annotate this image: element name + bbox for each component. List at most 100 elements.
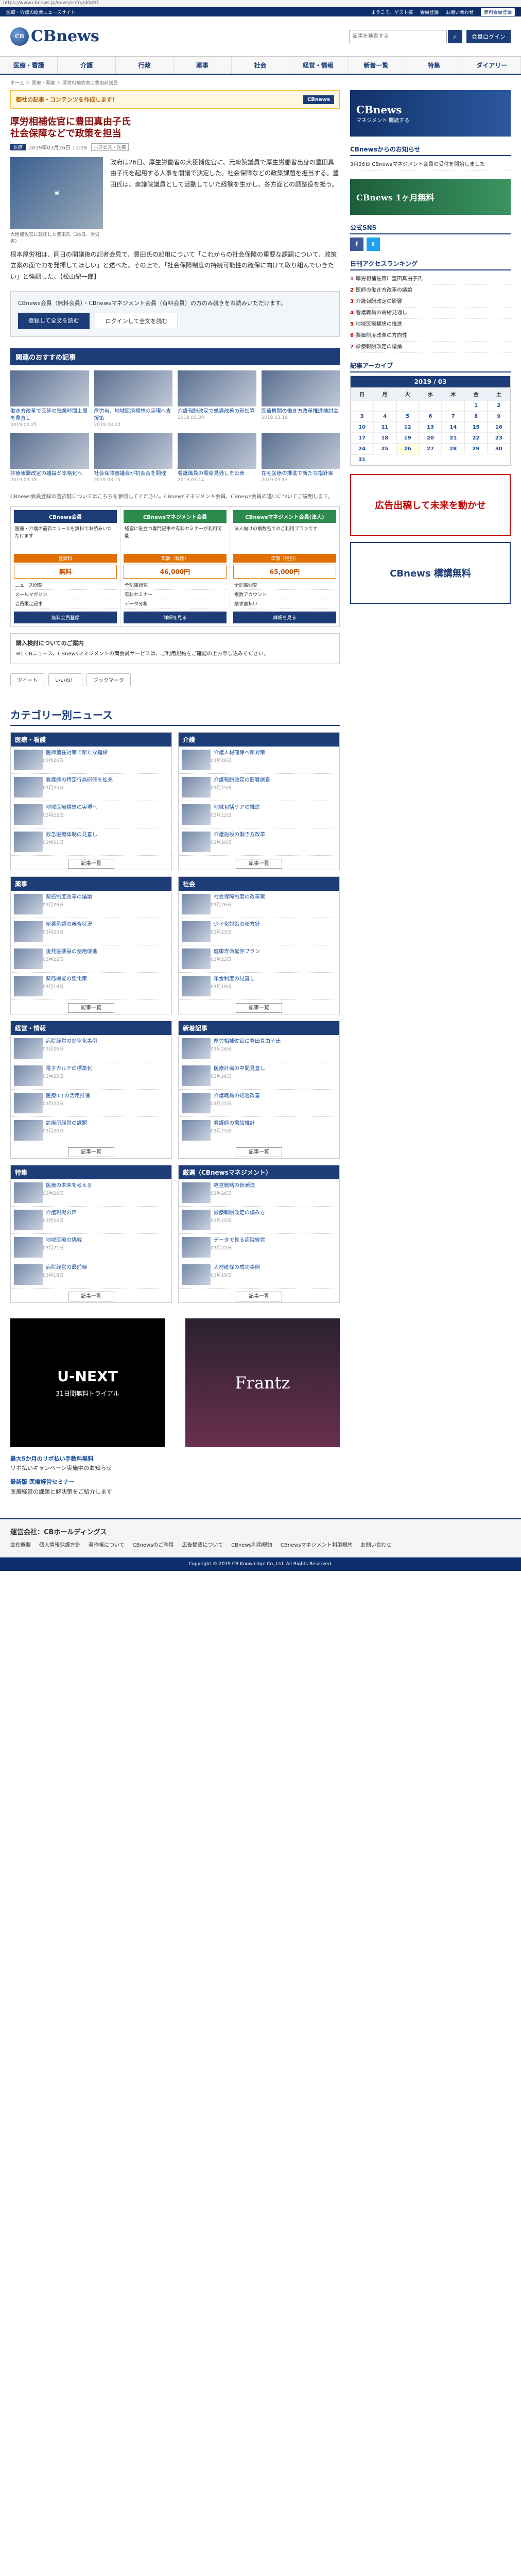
calendar-day[interactable]: 28 (442, 444, 465, 454)
category-news-item[interactable]: 人材確保の成功事例 03月19日 (179, 1261, 339, 1289)
category-news-item[interactable]: 介護現場の声 03月24日 (11, 1207, 171, 1234)
related-item[interactable]: 診療報酬改定の議論が本格化へ 2019.03.18 (10, 433, 89, 483)
category-news-item[interactable]: 社会保障制度の改革案 03月26日 (179, 891, 339, 918)
ranking-item[interactable]: 2 医師の働き方改革の議論 (350, 285, 511, 296)
nav-item[interactable]: 特集 (405, 57, 463, 74)
related-item[interactable]: 働き方改革で医師の残業時間上限を見直し 2019.03.25 (10, 370, 89, 428)
category-news-item[interactable]: 厚労相補佐官に豊田真由子氏 03月26日 (179, 1035, 339, 1062)
footer-link[interactable]: 会社概要 (10, 1540, 31, 1548)
category-news-item[interactable]: 経営戦略の新潮流 03月26日 (179, 1179, 339, 1207)
category-news-item[interactable]: 医療ICTの活用推進 03月22日 (11, 1090, 171, 1117)
category-news-item[interactable]: 看護師の需給推計 03月25日 (179, 1117, 339, 1144)
ranking-item[interactable]: 6 薬価制度改革の方向性 (350, 330, 511, 342)
category-news-item[interactable]: 地域医療の挑戦 03月21日 (11, 1234, 171, 1261)
calendar-day[interactable]: 30 (487, 444, 510, 454)
category-news-item[interactable]: 健康寿命延伸プラン 03月22日 (179, 945, 339, 973)
more-button[interactable]: 記事一覧 (68, 858, 114, 869)
category-news-item[interactable]: 薬価制度改革の議論 03月26日 (11, 891, 171, 918)
category-news-item[interactable]: 介護人材確保へ新対策 03月26日 (179, 747, 339, 774)
category-chip[interactable]: 医療 (10, 143, 26, 150)
related-item[interactable]: 在宅医療の推進で新たな指針案 2019.03.13 (261, 433, 340, 483)
more-button[interactable]: 記事一覧 (68, 1291, 114, 1301)
calendar-day[interactable]: 9 (487, 411, 510, 422)
category-news-item[interactable]: データで見る病院経営 03月22日 (179, 1234, 339, 1261)
category-news-item[interactable]: 医療計画の中間見直し 03月26日 (179, 1062, 339, 1090)
category-news-item[interactable]: 年金制度の見直し 03月18日 (179, 973, 339, 1000)
register-read-button[interactable]: 登録して全文を読む (18, 313, 90, 330)
ranking-item[interactable]: 3 介護報酬改定の影響 (350, 296, 511, 308)
calendar-day[interactable]: 7 (442, 411, 465, 422)
category-news-item[interactable]: 地域包括ケアの推進 03月22日 (179, 801, 339, 828)
category-news-item[interactable]: 診療報酬改定の読み方 03月25日 (179, 1207, 339, 1234)
footer-link[interactable]: CBnewsマネジメント利用規約 (281, 1540, 353, 1548)
tweet-button[interactable]: ツイート (10, 673, 44, 686)
trial-ad[interactable]: CBnews 1ヶ月無料 (350, 179, 511, 215)
calendar-day[interactable]: 13 (419, 422, 442, 433)
calendar-day[interactable]: 11 (373, 422, 396, 433)
calendar-day[interactable]: 23 (487, 433, 510, 444)
ad-placement-banner[interactable]: 広告出稿して未来を動かせ (350, 474, 511, 536)
category-news-item[interactable]: 診療所経営の課題 03月20日 (11, 1117, 171, 1144)
category-news-item[interactable]: 介護報酬改定の影響調査 03月25日 (179, 774, 339, 801)
category-news-item[interactable]: 地域医療構想の実現へ 03月22日 (11, 801, 171, 828)
register-link[interactable]: 会員登録 (420, 9, 439, 15)
footer-link[interactable]: CBnewsのご利用 (133, 1540, 174, 1548)
category-news-item[interactable]: 救急医療体制の見直し 03月21日 (11, 828, 171, 856)
category-news-item[interactable]: 少子化対策の新方針 03月25日 (179, 918, 339, 945)
content-ad-banner[interactable]: 御社の記事・コンテンツを作成します！ CBnews (10, 90, 340, 109)
search-input[interactable] (349, 29, 447, 43)
management-ad[interactable]: CBnews マネジメント 購読する (350, 90, 511, 137)
category-news-item[interactable]: 後発医薬品の使用促進 03月22日 (11, 945, 171, 973)
pr-item[interactable]: 最新版 医療経営セミナー 医療経営の課題と解決策をご紹介します (10, 1478, 340, 1497)
ranking-item[interactable]: 1 厚労相補佐官に豊田真由子氏 (350, 274, 511, 285)
calendar-day[interactable]: 17 (351, 433, 374, 444)
nav-item[interactable]: ダイアリー (463, 57, 521, 74)
calendar-day[interactable]: 18 (373, 433, 396, 444)
footer-link[interactable]: 広告掲載について (182, 1540, 223, 1548)
category-news-item[interactable]: 看護師の特定行為研修を拡充 03月25日 (11, 774, 171, 801)
nav-item[interactable]: 薬事 (173, 57, 232, 74)
calendar-day[interactable]: 29 (464, 444, 488, 454)
calendar-day[interactable]: 8 (464, 411, 488, 422)
like-button[interactable]: いいね！ (48, 673, 82, 686)
article-tag[interactable]: ホスピス・医療 (91, 143, 129, 151)
calendar-day[interactable]: 21 (442, 433, 465, 444)
more-button[interactable]: 記事一覧 (236, 1147, 282, 1157)
calendar-day[interactable]: 24 (351, 444, 374, 454)
related-item[interactable]: 介護報酬改定で処遇改善の新加算 2019.03.20 (178, 370, 256, 428)
category-news-item[interactable]: 医療の未来を考える 03月26日 (11, 1179, 171, 1207)
calendar-day[interactable]: 19 (396, 433, 419, 444)
related-item[interactable]: 社会保障審議会が初会合を開催 2019.03.15 (94, 433, 172, 483)
more-button[interactable]: 記事一覧 (68, 1147, 114, 1157)
related-item[interactable]: 医療機関の働き方改革推進検討会 2019.03.19 (261, 370, 340, 428)
contact-link[interactable]: お問い合わせ (446, 9, 474, 15)
search-button[interactable]: ⌕ (448, 29, 462, 43)
related-item[interactable]: 看護職員の需給見通しを公表 2019.03.14 (178, 433, 256, 483)
nav-item[interactable]: 社会 (232, 57, 290, 74)
calendar-day[interactable]: 27 (419, 444, 442, 454)
login-read-button[interactable]: ログインして全文を読む (94, 313, 179, 330)
calendar-day[interactable]: 1 (464, 400, 488, 411)
calendar-day[interactable]: 12 (396, 422, 419, 433)
free-register-button[interactable]: 無料会員登録 (480, 8, 515, 16)
frantz-ad[interactable]: Frantz (185, 1318, 340, 1447)
related-item[interactable]: 厚労省、地域医療構想の実現へ支援策 2019.03.22 (94, 370, 172, 428)
calendar-day[interactable]: 2 (487, 400, 510, 411)
footer-link[interactable]: 個人情報保護方針 (39, 1540, 80, 1548)
bookmark-button[interactable]: ブックマーク (86, 673, 131, 686)
plan-button[interactable]: 無料会員登録 (14, 612, 117, 624)
pr-item[interactable]: 最大5か月のリボ払い手数料無料 リボ払いキャンペーン実施中のお知らせ (10, 1454, 340, 1473)
calendar-day[interactable]: 14 (442, 422, 465, 433)
category-news-item[interactable]: 介護職員の処遇改善 03月25日 (179, 1090, 339, 1117)
nav-item[interactable]: 新着一覧 (348, 57, 406, 74)
plan-button[interactable]: 詳細を見る (124, 612, 227, 624)
nav-item[interactable]: 行政 (116, 57, 174, 74)
unext-ad[interactable]: U-NEXT 31日間無料トライアル (10, 1318, 165, 1447)
calendar-day[interactable]: 25 (373, 444, 396, 454)
ranking-item[interactable]: 4 看護職員の需給見通し (350, 308, 511, 319)
footer-link[interactable]: 著作権について (89, 1540, 125, 1548)
calendar-day[interactable]: 3 (351, 411, 374, 422)
category-news-item[interactable]: 病院経営の効率化事例 03月26日 (11, 1035, 171, 1062)
calendar-day[interactable]: 16 (487, 422, 510, 433)
calendar-day[interactable]: 15 (464, 422, 488, 433)
